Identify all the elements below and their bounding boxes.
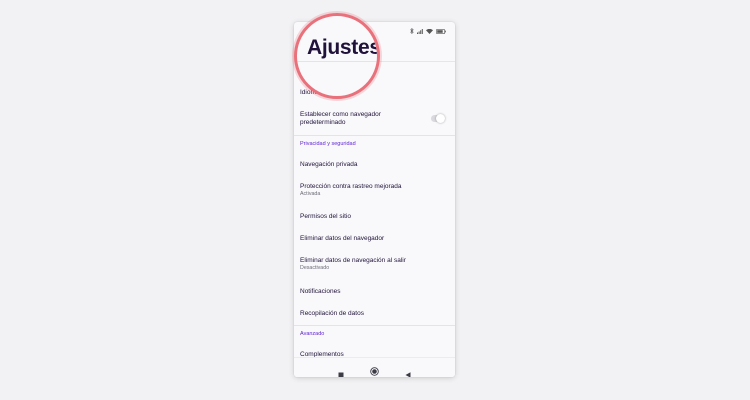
battery-icon [436,28,446,34]
title-magnifier-callout: Ajustes [294,13,380,99]
setting-tracking-protection[interactable]: Protección contra rastreo mejorada Activ… [300,183,449,198]
status-icons [410,28,446,34]
setting-data-collection[interactable]: Recopilación de datos [300,310,449,318]
setting-delete-on-quit[interactable]: Eliminar datos de navegación al salir De… [300,257,449,272]
setting-delete-browsing-data[interactable]: Eliminar datos del navegador [300,235,449,243]
section-advanced-header: Avanzado [300,331,325,337]
section-privacy-header: Privacidad y seguridad [300,141,356,147]
wifi-icon [426,28,433,34]
signal-icon [417,28,423,34]
magnified-divider [297,61,377,62]
setting-site-permissions-label: Permisos del sitio [300,213,351,220]
setting-private-browsing-label: Navegación privada [300,161,358,168]
setting-data-collection-label: Recopilación de datos [300,310,364,317]
setting-delete-browsing-data-label: Eliminar datos del navegador [300,235,385,242]
setting-tracking-protection-label: Protección contra rastreo mejorada [300,183,402,190]
back-triangle-icon[interactable] [405,365,411,377]
setting-delete-on-quit-label: Eliminar datos de navegación al salir [300,257,406,264]
divider [294,135,455,136]
bluetooth-icon [410,28,414,34]
home-circle-icon[interactable] [370,363,379,377]
setting-tracking-protection-status: Activada [300,191,321,197]
setting-default-browser-label: Establecer como navegador predeterminado [300,111,381,126]
default-browser-toggle[interactable] [431,114,445,123]
recents-square-icon[interactable] [338,365,344,377]
setting-notifications[interactable]: Notificaciones [300,288,449,296]
setting-private-browsing[interactable]: Navegación privada [300,161,449,169]
divider [294,325,455,326]
setting-delete-on-quit-status: Desactivado [300,265,330,271]
system-nav-bar [294,357,455,377]
setting-notifications-label: Notificaciones [300,288,341,295]
toggle-knob [436,114,445,123]
setting-site-permissions[interactable]: Permisos del sitio [300,213,449,221]
setting-default-browser[interactable]: Establecer como navegador predeterminado [300,111,400,127]
magnified-page-title: Ajustes [307,36,380,59]
